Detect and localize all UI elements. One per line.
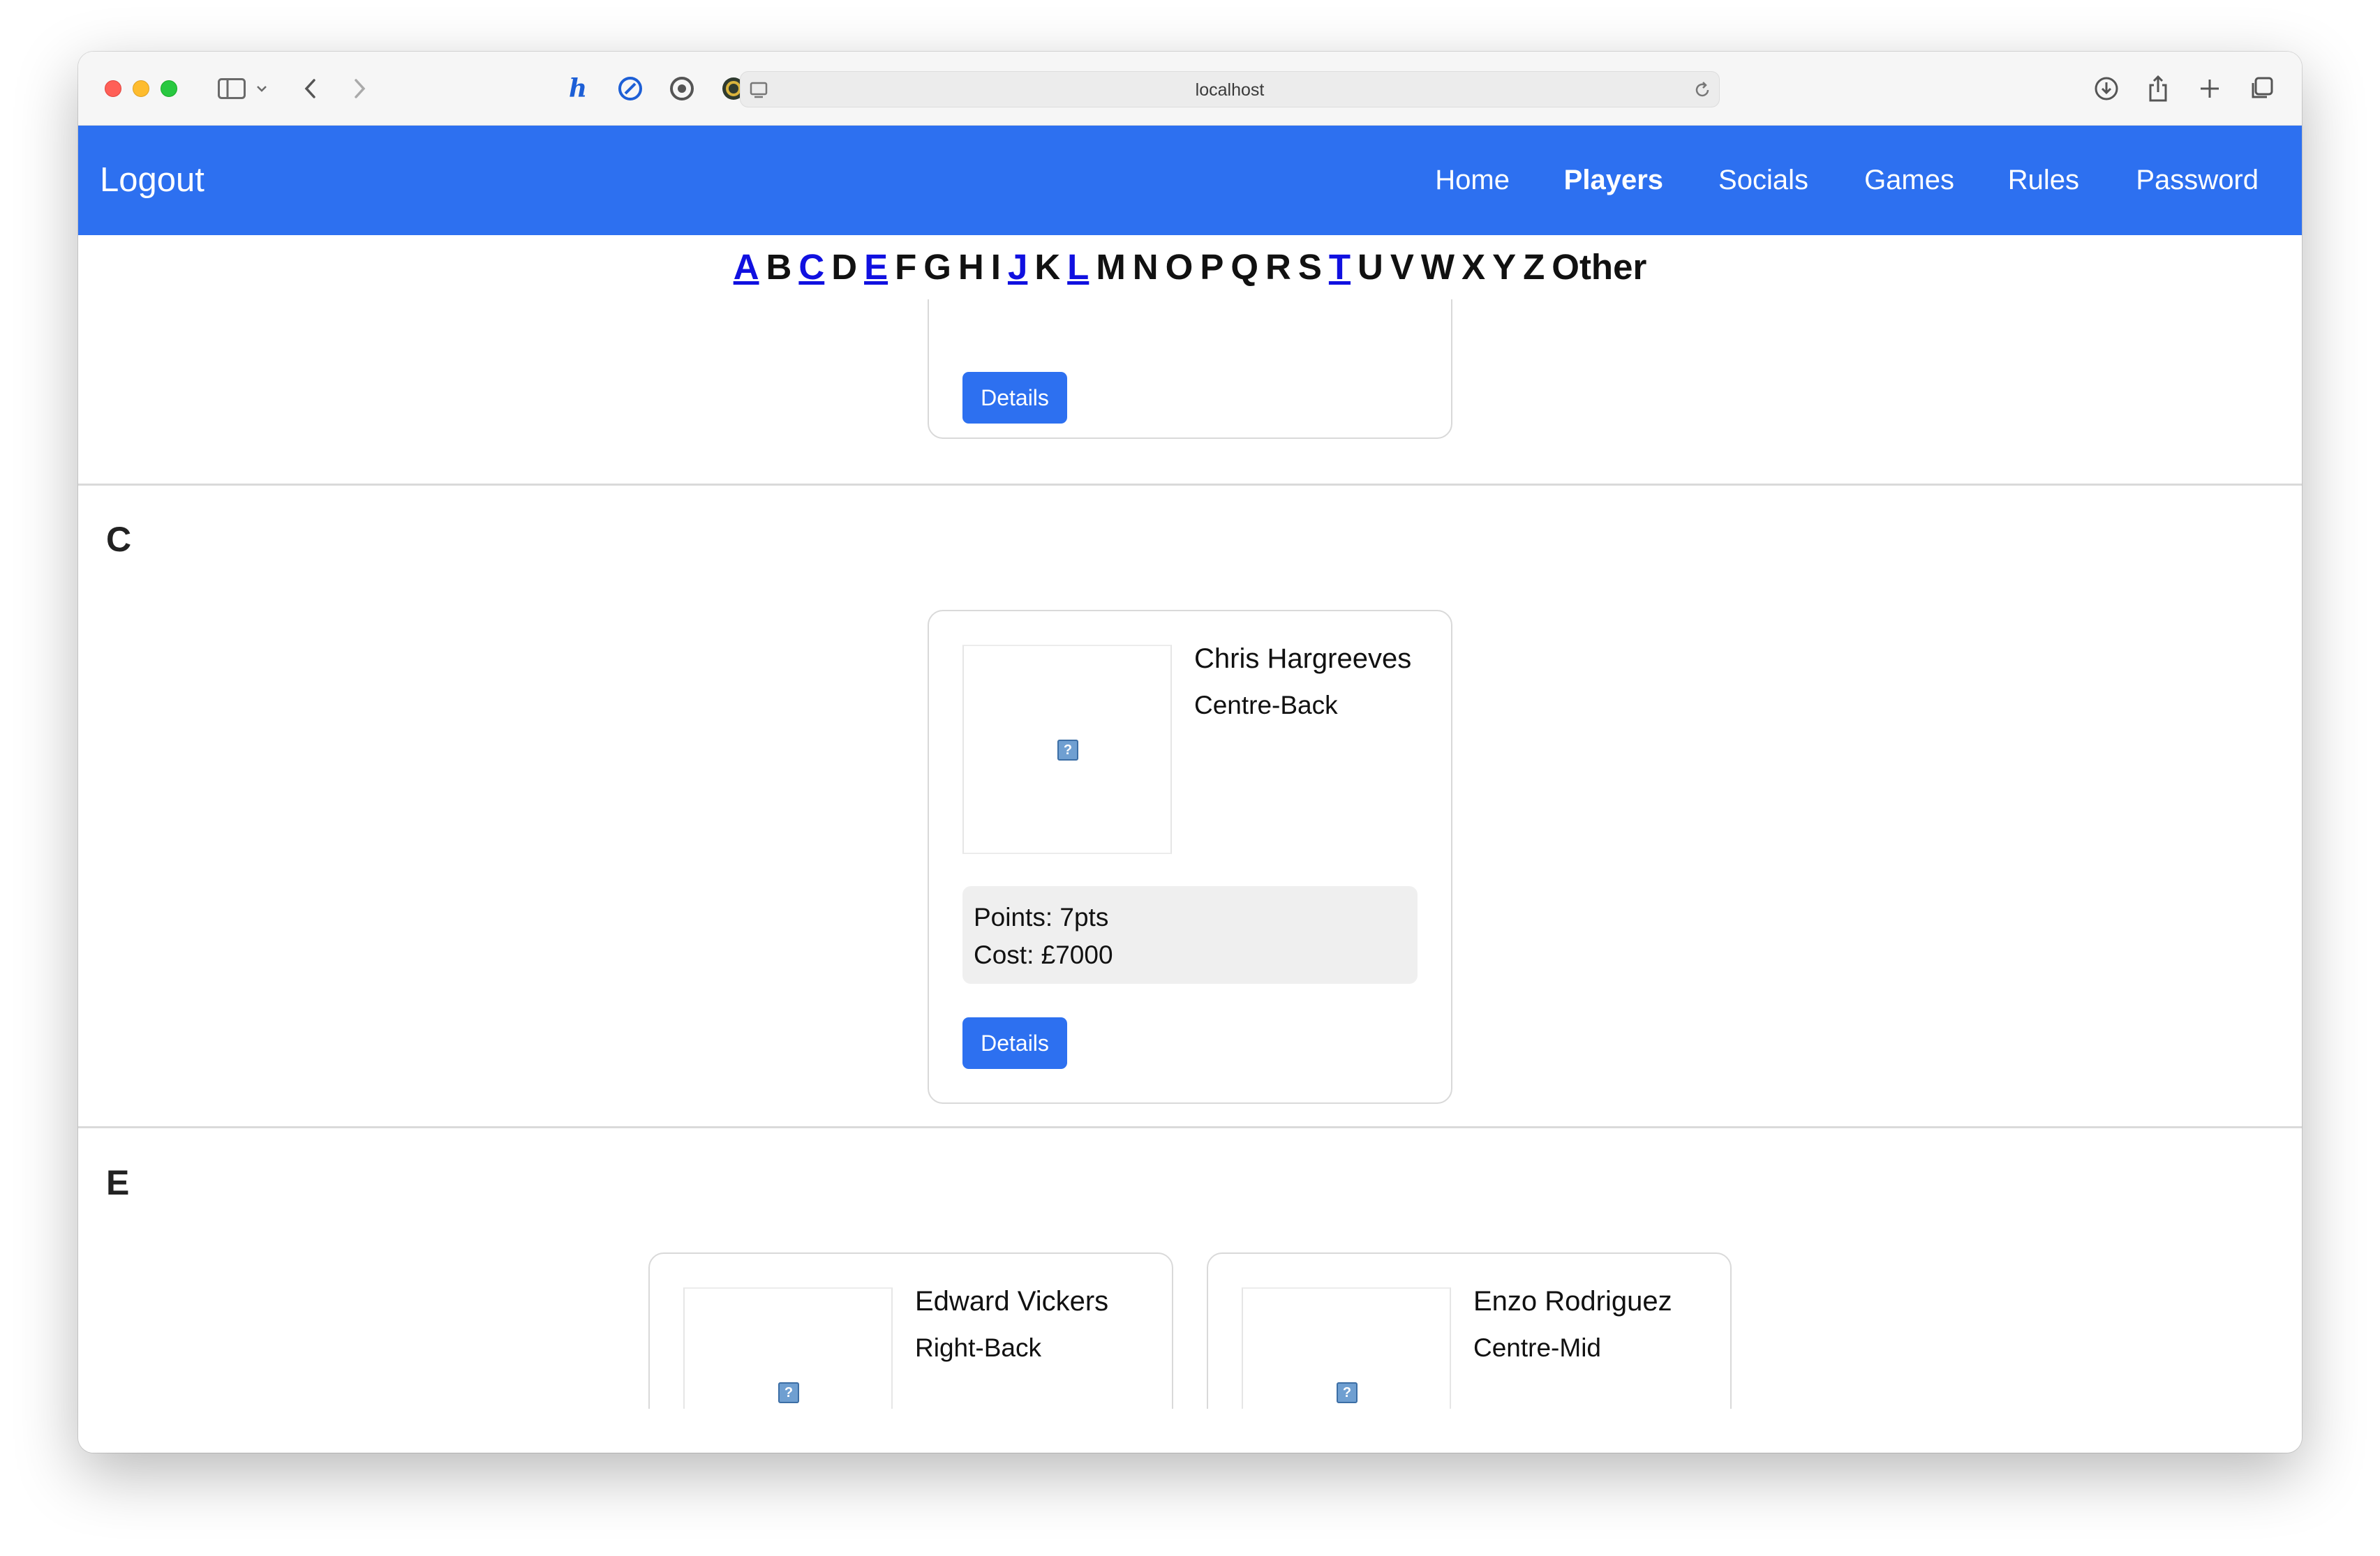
player-photo: ? — [962, 645, 1172, 854]
top-navbar: Logout Home Players Socials Games Rules … — [78, 126, 2302, 235]
alpha-letter-v: V — [1390, 247, 1414, 287]
new-tab-icon[interactable] — [2194, 73, 2226, 105]
player-name: Edward Vickers — [915, 1286, 1109, 1317]
section-divider — [78, 1126, 2302, 1128]
alpha-letter-j[interactable]: J — [1008, 235, 1027, 299]
alpha-letter-l[interactable]: L — [1067, 235, 1089, 299]
alphabet-index: A B C D E F G H I J K L M N O P Q R S T U V W X Y Z Other — [78, 235, 2302, 299]
back-arrow-icon[interactable] — [295, 73, 327, 105]
player-position: Centre-Mid — [1473, 1333, 1601, 1362]
alpha-letter-e[interactable]: E — [864, 235, 888, 299]
forward-arrow-icon[interactable] — [343, 73, 375, 105]
alpha-letter-k: K — [1034, 247, 1061, 287]
reload-icon[interactable] — [1693, 80, 1712, 100]
alpha-letter-y: Y — [1492, 247, 1517, 287]
nav-socials[interactable]: Socials — [1718, 126, 1808, 235]
maximize-window-button[interactable] — [161, 80, 177, 97]
broken-image-icon: ? — [1057, 740, 1078, 761]
broken-image-icon: ? — [778, 1382, 799, 1403]
player-points: Points: 7pts — [974, 903, 1109, 932]
section-heading-c: C — [106, 520, 132, 559]
svg-text:h: h — [569, 75, 587, 103]
alpha-letter-t[interactable]: T — [1329, 235, 1351, 299]
browser-window: h localhost Logout Home Players Socials … — [78, 52, 2302, 1453]
browser-toolbar: h localhost — [78, 52, 2302, 126]
nav-password[interactable]: Password — [2136, 126, 2259, 235]
alpha-letter-i: I — [990, 247, 1001, 287]
nav-rules[interactable]: Rules — [2008, 126, 2079, 235]
alpha-letter-s: S — [1297, 247, 1322, 287]
alpha-letter-u: U — [1358, 247, 1383, 287]
compass-extension-icon[interactable] — [614, 73, 646, 105]
alpha-letter-q: Q — [1230, 247, 1259, 287]
sidebar-toggle-icon[interactable] — [211, 73, 253, 105]
target-extension-icon[interactable] — [666, 73, 698, 105]
player-position: Centre-Back — [1194, 691, 1338, 719]
player-card: ? Chris Hargreeves Centre-Back Points: 7… — [928, 610, 1452, 1104]
nav-players[interactable]: Players — [1564, 126, 1663, 235]
player-card: Details — [928, 299, 1452, 439]
player-name: Enzo Rodriguez — [1473, 1286, 1672, 1317]
alpha-letter-a[interactable]: A — [734, 235, 759, 299]
share-icon[interactable] — [2142, 73, 2174, 105]
broken-image-icon: ? — [1337, 1382, 1358, 1403]
alpha-letter-w: W — [1420, 247, 1455, 287]
hypothesis-extension-icon[interactable]: h — [563, 73, 595, 105]
alpha-letter-r: R — [1265, 247, 1291, 287]
close-window-button[interactable] — [105, 80, 121, 97]
minimize-window-button[interactable] — [133, 80, 149, 97]
address-bar[interactable]: localhost — [740, 71, 1720, 107]
tab-overview-icon[interactable] — [2245, 73, 2277, 105]
player-position: Right-Back — [915, 1333, 1041, 1362]
alpha-letter-other: Other — [1552, 247, 1647, 287]
players-list: Details C ? Chris Hargreeves Centre-Back… — [78, 299, 2302, 1453]
alpha-letter-z: Z — [1523, 247, 1545, 287]
chevron-down-icon[interactable] — [251, 73, 272, 105]
alpha-letter-m: M — [1096, 247, 1126, 287]
alpha-letter-o: O — [1165, 247, 1193, 287]
download-icon[interactable] — [2090, 73, 2122, 105]
details-button[interactable]: Details — [962, 372, 1067, 424]
alpha-letter-p: P — [1200, 247, 1224, 287]
alpha-letter-x: X — [1462, 247, 1486, 287]
player-name: Chris Hargreeves — [1194, 643, 1412, 674]
url-text: localhost — [1195, 80, 1265, 100]
alpha-letter-b: B — [766, 247, 792, 287]
viewport-bottom — [78, 1409, 2302, 1453]
nav-home[interactable]: Home — [1435, 126, 1510, 235]
player-stats: Points: 7pts Cost: £7000 — [962, 886, 1418, 984]
section-divider — [78, 484, 2302, 486]
player-cost: Cost: £7000 — [974, 941, 1113, 969]
details-button[interactable]: Details — [962, 1017, 1067, 1069]
section-heading-e: E — [106, 1163, 130, 1202]
alpha-letter-g: G — [923, 247, 951, 287]
alpha-letter-c[interactable]: C — [798, 235, 824, 299]
nav-games[interactable]: Games — [1864, 126, 1954, 235]
alpha-letter-f: F — [895, 247, 917, 287]
alpha-letter-n: N — [1132, 247, 1159, 287]
logout-link[interactable]: Logout — [100, 126, 204, 235]
alpha-letter-d: D — [831, 247, 858, 287]
alpha-letter-h: H — [958, 247, 984, 287]
